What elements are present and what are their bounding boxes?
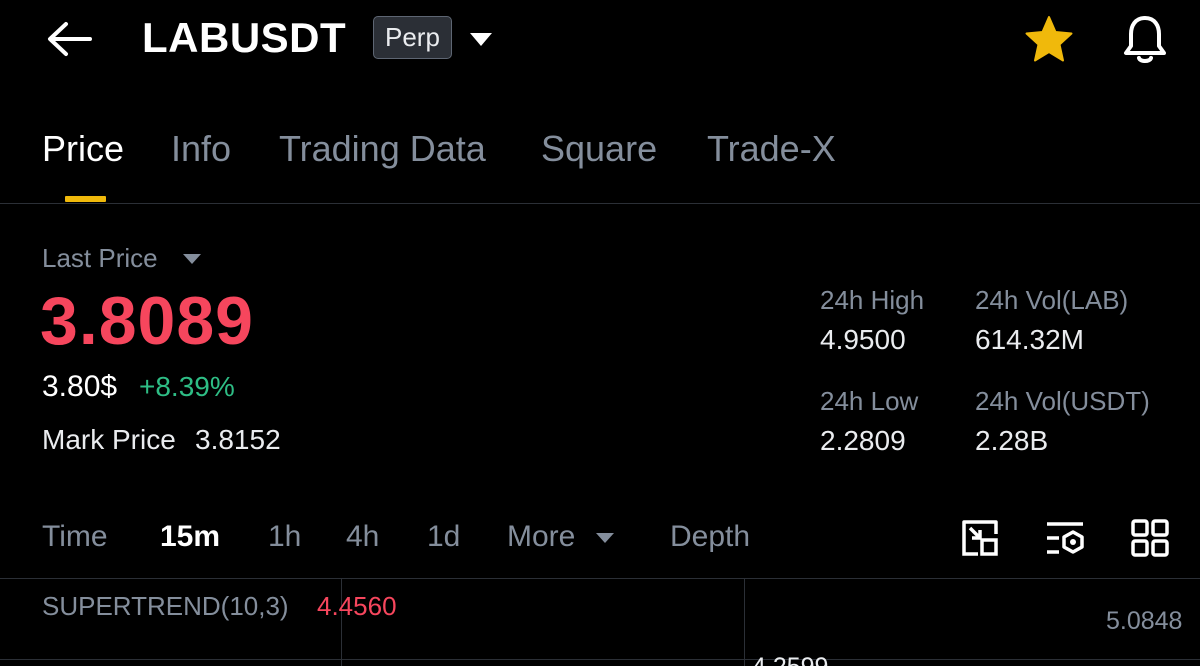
active-tab-indicator: [65, 196, 106, 202]
vol-base-24h-label: 24h Vol(LAB): [975, 285, 1129, 315]
high-24h-label: 24h High: [820, 285, 925, 315]
layout-button[interactable]: [1130, 518, 1170, 558]
tab-info[interactable]: Info: [171, 128, 231, 170]
tab-bar: Price Info Trading Data Square Trade-X: [0, 120, 1200, 204]
grid-layout-icon: [1131, 519, 1169, 557]
timeframe-4h[interactable]: 4h: [346, 520, 379, 554]
supertrend-value: 4.4560: [317, 591, 397, 621]
price-marker-label: 4.2599: [752, 653, 828, 666]
last-price-selector[interactable]: Last Price: [42, 243, 158, 274]
timeframe-more[interactable]: More: [507, 520, 575, 554]
indicator-settings-icon: [1047, 522, 1084, 554]
low-24h-value: 2.2809: [820, 425, 906, 456]
vol-quote-24h-label: 24h Vol(USDT): [975, 386, 1150, 416]
symbol-title[interactable]: LABUSDT: [142, 14, 346, 62]
timeframe-15m[interactable]: 15m: [160, 520, 220, 554]
symbol-dropdown-button[interactable]: [466, 28, 496, 50]
grid-line: [744, 579, 745, 666]
tab-trading-data[interactable]: Trading Data: [279, 128, 486, 170]
timeframe-time[interactable]: Time: [42, 520, 108, 554]
grid-line: [0, 659, 1200, 660]
supertrend-label: SUPERTREND(10,3): [42, 591, 289, 621]
tab-trade-x[interactable]: Trade-X: [707, 128, 836, 170]
kline-chart[interactable]: SUPERTREND(10,3) 4.4560 5.0848 4.2599: [0, 578, 1200, 666]
mark-price-label: Mark Price: [42, 424, 176, 455]
star-icon: [1025, 16, 1073, 62]
price-alert-button[interactable]: [1118, 12, 1172, 66]
fullscreen-button[interactable]: [960, 518, 1000, 558]
price-change-percent: +8.39%: [139, 371, 235, 402]
fullscreen-icon: [962, 520, 998, 556]
favorite-button[interactable]: [1022, 14, 1076, 66]
more-dropdown[interactable]: [594, 531, 616, 545]
arrow-left-icon: [48, 22, 92, 56]
tab-square[interactable]: Square: [541, 128, 657, 170]
top-bar: LABUSDT Perp: [0, 0, 1200, 80]
fiat-price: 3.80$: [42, 370, 118, 403]
timeframe-1d[interactable]: 1d: [427, 520, 460, 554]
caret-down-icon: [470, 33, 492, 46]
timeframe-1h[interactable]: 1h: [268, 520, 301, 554]
vol-quote-24h-value: 2.28B: [975, 425, 1049, 456]
back-button[interactable]: [44, 18, 94, 60]
last-price-dropdown[interactable]: [181, 252, 203, 266]
high-24h-value: 4.9500: [820, 324, 906, 355]
caret-down-icon: [183, 254, 201, 264]
contract-type-badge: Perp: [373, 16, 452, 59]
bell-icon: [1124, 16, 1166, 63]
caret-down-icon: [596, 533, 614, 543]
low-24h-label: 24h Low: [820, 386, 919, 416]
price-axis-label: 5.0848: [1106, 607, 1183, 635]
vol-base-24h-value: 614.32M: [975, 324, 1084, 355]
last-price-value: 3.8089: [40, 283, 254, 359]
indicator-settings-button[interactable]: [1045, 518, 1085, 558]
depth-tab[interactable]: Depth: [670, 520, 750, 554]
tab-price[interactable]: Price: [42, 128, 124, 170]
mark-price-value: 3.8152: [195, 424, 281, 455]
